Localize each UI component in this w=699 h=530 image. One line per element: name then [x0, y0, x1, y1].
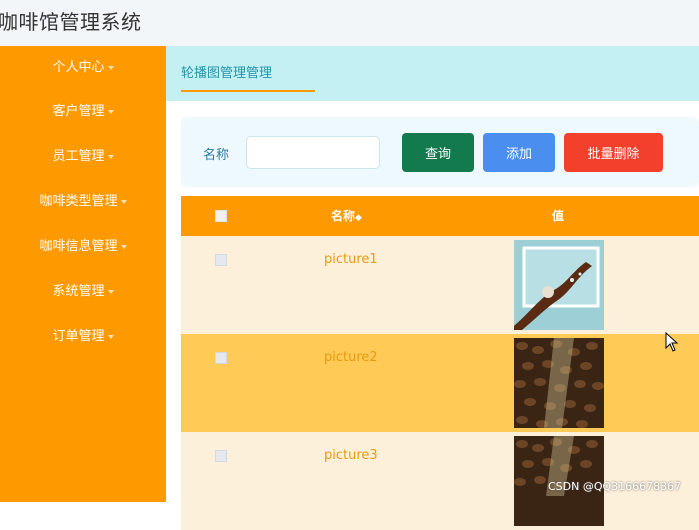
- app-header: 咖啡馆管理系统: [0, 0, 699, 47]
- sidebar-item-label: 客户管理: [52, 104, 105, 119]
- sidebar-item-staff[interactable]: 员工管理: [0, 145, 166, 169]
- mouse-cursor-icon: [665, 331, 679, 356]
- app-title: 咖啡馆管理系统: [0, 10, 142, 34]
- sidebar-item-label: 系统管理: [52, 284, 105, 299]
- tab-bar: 轮播图管理管理: [166, 46, 699, 101]
- caret-down-icon: [120, 199, 127, 204]
- sidebar-item-coffee-types[interactable]: 咖啡类型管理: [0, 190, 166, 214]
- batch-delete-button[interactable]: 批量删除: [564, 133, 663, 172]
- search-input[interactable]: [246, 136, 380, 169]
- row-checkbox[interactable]: [215, 352, 227, 364]
- row-checkbox[interactable]: [215, 450, 227, 462]
- caret-down-icon: [107, 334, 114, 339]
- sidebar-item-customers[interactable]: 客户管理: [0, 100, 166, 124]
- row-name: picture1: [324, 252, 378, 267]
- caret-down-icon: [120, 244, 127, 249]
- column-header-label: 名称: [331, 209, 356, 223]
- sidebar-item-label: 个人中心: [52, 60, 105, 75]
- table-row: picture1: [181, 236, 699, 334]
- sidebar-item-label: 员工管理: [52, 149, 105, 164]
- table-header: 名称◆ 值: [181, 196, 699, 236]
- table-row: picture2: [181, 334, 699, 432]
- active-tab-indicator: [181, 90, 315, 92]
- tab-carousel-management[interactable]: 轮播图管理管理: [181, 62, 272, 81]
- sidebar-item-system[interactable]: 系统管理: [0, 280, 166, 304]
- sidebar-item-coffee-info[interactable]: 咖啡信息管理: [0, 235, 166, 259]
- sidebar-item-label: 订单管理: [52, 329, 105, 344]
- sidebar-item-personal-center[interactable]: 个人中心: [0, 56, 166, 80]
- row-name: picture2: [324, 350, 378, 365]
- sidebar-item-label: 咖啡信息管理: [39, 239, 118, 254]
- watermark: CSDN @QQ3166678367: [548, 480, 682, 493]
- sort-icon[interactable]: ◆: [355, 213, 362, 223]
- add-button[interactable]: 添加: [483, 133, 555, 172]
- select-all-checkbox[interactable]: [215, 210, 227, 222]
- row-checkbox[interactable]: [215, 254, 227, 266]
- caret-down-icon: [107, 109, 114, 114]
- search-label: 名称: [203, 148, 230, 163]
- caret-down-icon: [107, 289, 114, 294]
- caret-down-icon: [107, 154, 114, 159]
- column-header-name[interactable]: 名称◆: [331, 207, 362, 224]
- sidebar-item-label: 咖啡类型管理: [39, 194, 118, 209]
- sidebar: 个人中心 客户管理 员工管理 咖啡类型管理 咖啡信息管理 系统管理 订单管理: [0, 46, 166, 502]
- caret-down-icon: [107, 65, 114, 70]
- column-header-value: 值: [552, 209, 565, 223]
- coffee-beans-image: [514, 338, 604, 428]
- query-button[interactable]: 查询: [402, 133, 474, 172]
- row-name: picture3: [324, 448, 378, 463]
- sidebar-item-orders[interactable]: 订单管理: [0, 325, 166, 349]
- coffee-art-image: [514, 240, 604, 330]
